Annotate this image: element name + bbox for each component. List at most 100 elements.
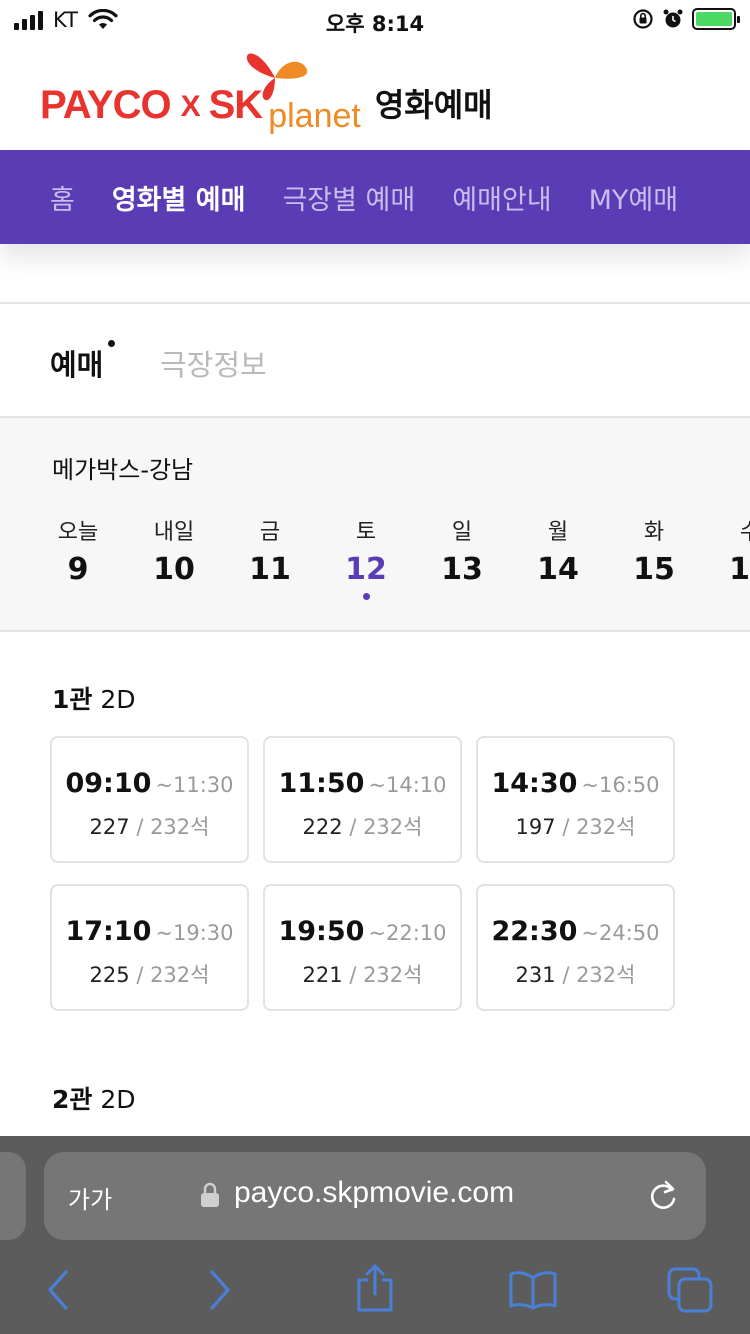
showtime-start: 19:50 — [278, 916, 365, 947]
date-day: 오늘 — [57, 520, 99, 545]
date-day: 일 — [451, 520, 473, 545]
showtime-end: ~14:10 — [368, 773, 447, 797]
date-number: 12 — [345, 552, 387, 587]
date-item[interactable]: 수 16 — [702, 514, 750, 587]
text-size-button[interactable]: 가가 — [68, 1180, 112, 1215]
nav-item-booking-guide[interactable]: 예매안내 — [452, 178, 551, 217]
showtime-card[interactable]: 14:30 ~16:50 197 / 232석 — [476, 736, 675, 863]
date-day: 토 — [355, 520, 377, 545]
divider — [0, 630, 750, 632]
showtime-end: ~24:50 — [581, 921, 660, 945]
showtime-end: ~16:50 — [581, 773, 660, 797]
logo-x: X — [180, 90, 201, 123]
site-logo[interactable]: PAYCO X SK planet 영화예매 — [40, 80, 493, 135]
showtime-end: ~11:30 — [155, 773, 234, 797]
date-number: 13 — [441, 552, 483, 587]
site-header: PAYCO X SK planet 영화예매 — [0, 40, 750, 150]
date-number: 15 — [633, 552, 675, 587]
date-item[interactable]: 금 11 — [222, 514, 318, 587]
status-bar: KT 오후 8:14 — [0, 0, 750, 40]
seats-total: / 232석 — [349, 815, 423, 839]
nav-item-my-booking[interactable]: MY예매 — [589, 178, 678, 217]
seats-available: 221 — [302, 963, 343, 987]
date-item[interactable]: 월 14 — [510, 514, 606, 587]
screen-title: 2관 2D — [52, 1080, 136, 1116]
date-day: 수 — [702, 514, 750, 546]
tab-booking[interactable]: 예매 — [50, 342, 103, 384]
seats-available: 231 — [515, 963, 556, 987]
showtime-start: 14:30 — [491, 768, 578, 799]
forward-icon[interactable] — [204, 1268, 234, 1312]
date-item[interactable]: 오늘 9 — [30, 514, 126, 587]
showtime-card[interactable]: 09:10 ~11:30 227 / 232석 — [50, 736, 249, 863]
screen-name: 1관 — [52, 685, 93, 714]
nav-item-movie-booking[interactable]: 영화별 예매 — [112, 178, 246, 217]
nav-item-home[interactable]: 홈 — [50, 178, 75, 217]
seats-available: 225 — [89, 963, 130, 987]
screen-name: 2관 — [52, 1085, 93, 1114]
address-bar[interactable]: 가가 payco.skpmovie.com — [44, 1152, 706, 1240]
lock-icon — [201, 1182, 219, 1207]
back-icon[interactable] — [44, 1268, 74, 1312]
content-tabs: 예매 극장정보 — [0, 304, 750, 416]
date-day: 화 — [643, 520, 665, 545]
logo-planet: planet — [268, 97, 361, 135]
alarm-icon — [663, 9, 683, 28]
date-day: 내일 — [153, 520, 195, 545]
seats-total: / 232석 — [562, 963, 636, 987]
battery-icon — [692, 8, 740, 30]
date-list[interactable]: 오늘 9 내일 10 금 11 토 12 일 13 월 14 화 15 수 — [30, 514, 750, 624]
date-section: 메가박스-강남 오늘 9 내일 10 금 11 토 12 일 13 월 14 화 — [0, 418, 750, 630]
share-icon[interactable] — [354, 1262, 396, 1314]
bookmarks-icon[interactable] — [508, 1270, 558, 1310]
date-number: 9 — [67, 552, 89, 587]
seats-available: 197 — [515, 815, 556, 839]
date-day: 월 — [547, 520, 569, 545]
screen-title: 1관 2D — [52, 680, 136, 716]
date-number: 14 — [537, 552, 579, 587]
selected-date-indicator — [362, 593, 370, 600]
showtime-start: 11:50 — [278, 768, 365, 799]
theater-name: 메가박스-강남 — [52, 456, 194, 484]
tab-theater-info[interactable]: 극장정보 — [160, 342, 267, 384]
showtime-start: 17:10 — [65, 916, 152, 947]
showtime-card[interactable]: 22:30 ~24:50 231 / 232석 — [476, 884, 675, 1011]
seats-total: / 232석 — [562, 815, 636, 839]
screen-format: 2D — [100, 1085, 136, 1114]
date-number: 11 — [249, 552, 291, 587]
seats-available: 227 — [89, 815, 130, 839]
seats-available: 222 — [302, 815, 343, 839]
reload-icon[interactable] — [646, 1178, 680, 1214]
date-number: 10 — [153, 552, 195, 587]
main-nav: 홈 영화별 예매 극장별 예매 예매안내 MY예매 — [0, 150, 750, 244]
showtime-end: ~19:30 — [155, 921, 234, 945]
screen-format: 2D — [100, 685, 136, 714]
date-item-selected[interactable]: 토 12 — [318, 514, 414, 600]
tabs-icon[interactable] — [666, 1266, 714, 1314]
orientation-lock-icon — [633, 9, 653, 29]
showtime-start: 09:10 — [65, 768, 152, 799]
showtime-card[interactable]: 11:50 ~14:10 222 / 232석 — [263, 736, 462, 863]
previous-tab-preview[interactable] — [0, 1152, 26, 1240]
logo-sk: SK — [208, 83, 264, 127]
seats-total: / 232석 — [349, 963, 423, 987]
page-title: 영화예매 — [374, 86, 493, 124]
seats-total: / 232석 — [136, 815, 210, 839]
showtime-card[interactable]: 17:10 ~19:30 225 / 232석 — [50, 884, 249, 1011]
status-right — [632, 8, 740, 30]
date-item[interactable]: 내일 10 — [126, 514, 222, 587]
date-item[interactable]: 화 15 — [606, 514, 702, 587]
url-text: payco.skpmovie.com — [234, 1176, 515, 1209]
browser-bottom-bar: 가가 payco.skpmovie.com — [0, 1136, 750, 1334]
showtime-end: ~22:10 — [368, 921, 447, 945]
date-day: 금 — [259, 520, 281, 545]
logo-payco: PAYCO — [40, 83, 172, 127]
seats-total: / 232석 — [136, 963, 210, 987]
nav-item-theater-booking[interactable]: 극장별 예매 — [282, 178, 415, 217]
showtime-start: 22:30 — [491, 916, 578, 947]
active-tab-indicator — [108, 340, 115, 347]
date-item[interactable]: 일 13 — [414, 514, 510, 587]
date-number: 16 — [729, 552, 750, 587]
browser-toolbar — [0, 1262, 750, 1332]
showtime-card[interactable]: 19:50 ~22:10 221 / 232석 — [263, 884, 462, 1011]
